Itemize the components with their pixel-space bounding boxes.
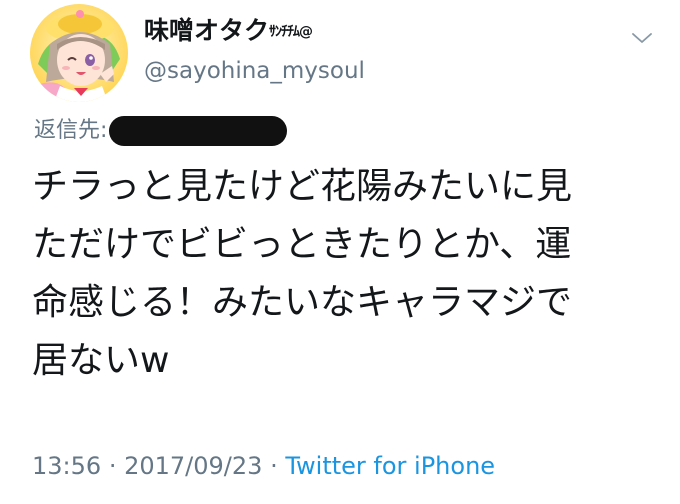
meta-separator: ·	[270, 452, 278, 480]
reply-label: 返信先:	[34, 118, 108, 143]
display-name[interactable]: 味噌オタクｻﾝﾁﾁﾑ@	[144, 14, 313, 49]
screen-name[interactable]: @sayohina_mysoul	[144, 56, 365, 86]
display-name-text: 味噌オタク	[144, 16, 270, 45]
tweet-text-line: 命感じる！みたいなキャラマジで	[32, 282, 573, 323]
redacted-reply-handle	[109, 116, 288, 146]
tweet-text-line: ただけでビビっときたりとか、運	[32, 224, 572, 265]
avatar[interactable]	[30, 4, 128, 102]
tweet-text-line: チラっと見たけど花陽みたいに見	[32, 166, 573, 207]
tweet-metadata: 13:56 · 2017/09/23 · Twitter for iPhone	[32, 450, 495, 482]
chevron-down-icon[interactable]	[630, 26, 654, 50]
tweet-text-line: 居ないw	[32, 340, 170, 381]
tweet-date[interactable]: 2017/09/23	[124, 452, 262, 480]
meta-separator: ·	[108, 452, 117, 480]
reply-context: 返信先:	[34, 114, 288, 148]
tweet-time[interactable]: 13:56	[32, 452, 101, 480]
tweet-source-link[interactable]: Twitter for iPhone	[285, 452, 495, 480]
avatar-image	[30, 4, 128, 102]
tweet-card: 味噌オタクｻﾝﾁﾁﾑ@ @sayohina_mysoul 返信先: チラっと見た…	[0, 0, 680, 504]
tweet-text: チラっと見たけど花陽みたいに見 ただけでビビっときたりとか、運 命感じる！みたい…	[32, 158, 662, 390]
display-name-suffix: ｻﾝﾁﾁﾑ@	[269, 24, 313, 40]
